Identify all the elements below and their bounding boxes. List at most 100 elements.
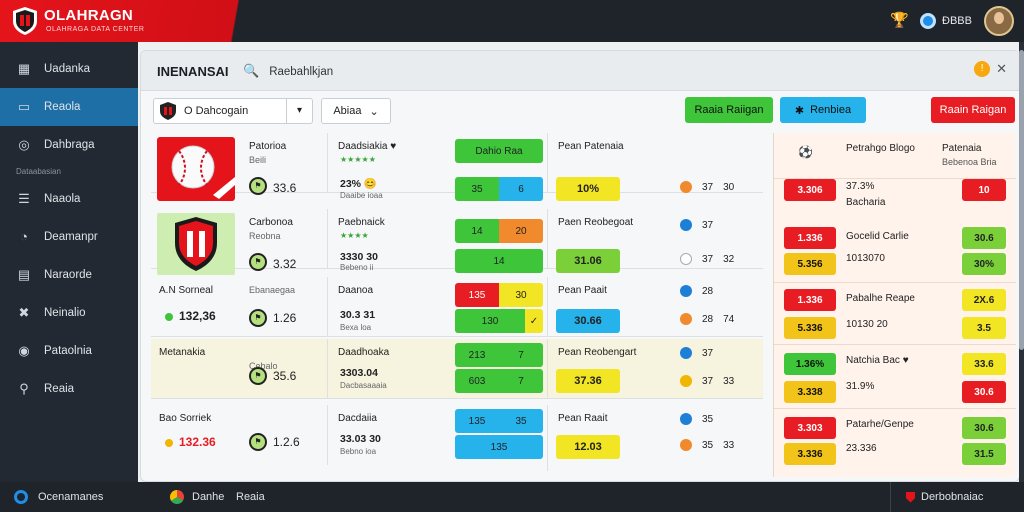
sidebar-item-8[interactable]: ⚲ Reaia xyxy=(0,370,138,408)
right-odds[interactable]: 3.306 xyxy=(784,179,836,201)
table-row[interactable]: Patorioa Beili ⚑ 33.6 Daadsiakia ♥ ★★★★★… xyxy=(151,133,763,201)
sidebar-item-6[interactable]: ✖ Neinalio xyxy=(0,294,138,332)
event-value: 23% 😊 xyxy=(340,178,378,190)
market-value[interactable]: 31.06 xyxy=(556,249,620,273)
mini-b: 33 xyxy=(723,439,735,451)
table-row[interactable]: Carbonoa Reobna ⚑ 3.32 Paebnaick ★★★★ 33… xyxy=(151,209,763,275)
right-chip-2[interactable]: 30% xyxy=(962,253,1006,275)
search-input[interactable]: 🔍 Raebahlkjan xyxy=(243,63,333,79)
red-action-button[interactable]: Raain Raigan xyxy=(931,97,1015,123)
event-name: Dacdaiia xyxy=(338,413,377,424)
right-odds[interactable]: 1.336 xyxy=(784,227,836,249)
table-row[interactable]: Metanakia Cebalo ⚑ 35.6 Daadhoaka 3303.0… xyxy=(151,339,763,399)
right-odds[interactable]: 1.336 xyxy=(784,289,836,311)
footer-right[interactable]: Derbobnaiac xyxy=(906,491,983,503)
right-header-sub: Bebenoa Bria xyxy=(942,157,997,167)
right-header-value: Patenaia xyxy=(942,143,982,154)
scrollbar[interactable] xyxy=(1019,42,1024,482)
odds-button[interactable]: 130 ✓ xyxy=(455,309,543,333)
right-chip[interactable]: 30.6 xyxy=(962,227,1006,249)
right-text: Pabalhe Reape xyxy=(846,293,915,304)
right-chip[interactable]: 2X.6 xyxy=(962,289,1006,311)
right-chip[interactable]: 10 xyxy=(962,179,1006,201)
team-score-alt: 1.2.6 xyxy=(273,435,300,449)
status-icon xyxy=(680,181,692,193)
market-value[interactable]: 37.36 xyxy=(556,369,620,393)
right-odds-2[interactable]: 5.336 xyxy=(784,317,836,339)
list-item[interactable]: 1.36% 3.338 Natchia Bac ♥ 31.9% 33.6 30.… xyxy=(774,345,1016,409)
green-action-button[interactable]: Raaia Raiigan xyxy=(685,97,773,123)
market-value[interactable]: 30.66 xyxy=(556,309,620,333)
list-item[interactable]: 1.336 5.356 Gocelid Carlie 1013070 30.6 … xyxy=(774,213,1016,283)
right-chip[interactable]: 33.6 xyxy=(962,353,1006,375)
brand-area[interactable]: OLAHRAGN OLAHRAGA DATA CENTER xyxy=(0,0,290,42)
odds-button[interactable]: 135 30 xyxy=(455,283,543,307)
market-value[interactable]: 12.03 xyxy=(556,435,620,459)
team-score: 132,36 xyxy=(179,309,216,323)
right-chip-2[interactable]: 3.5 xyxy=(962,317,1006,339)
trophy-icon[interactable]: 🏆 xyxy=(890,12,909,30)
table-row[interactable]: Bao Sorriek 132.36 ⚑ 1.2.6 Dacdaiia 33.0… xyxy=(151,405,763,471)
right-odds[interactable]: 1.36% xyxy=(784,353,836,375)
right-chip[interactable]: 30.6 xyxy=(962,417,1006,439)
odds-total: 135 xyxy=(490,441,508,453)
right-text-2: 23.336 xyxy=(846,443,877,454)
sidebar-item-3[interactable]: ☰ Naaola xyxy=(0,180,138,218)
right-odds-2[interactable]: 3.338 xyxy=(784,381,836,403)
close-icon[interactable]: ✕ xyxy=(996,61,1007,77)
list-item[interactable]: 1.336 5.336 Pabalhe Reape 10130 20 2X.6 … xyxy=(774,283,1016,345)
main-panel: INENANSAI 🔍 Raebahlkjan ! ✕ O Dahcogain ▾ … xyxy=(140,50,1021,482)
right-text-2: Bacharia xyxy=(846,197,886,208)
event-sub: Bexa loa xyxy=(340,323,372,332)
app-title: OLAHRAGN xyxy=(44,7,134,24)
shield-icon: ◔ xyxy=(20,229,28,244)
scrollbar-thumb[interactable] xyxy=(1019,50,1024,350)
right-chip-2[interactable]: 30.6 xyxy=(962,381,1006,403)
right-odds-2[interactable]: 5.356 xyxy=(784,253,836,275)
sidebar-item-1[interactable]: ▭ Reaola xyxy=(0,88,138,126)
odds-button[interactable]: 14 20 xyxy=(455,219,543,243)
team-name: A.N Sorneal xyxy=(159,285,213,296)
shield-icon xyxy=(13,7,37,35)
blue-action-button[interactable]: ✱ Renbiea xyxy=(780,97,866,123)
mini-a: 37 xyxy=(702,253,714,265)
right-chip-2[interactable]: 31.5 xyxy=(962,443,1006,465)
table-row[interactable]: A.N Sorneal 132,36 Ebanaegaa ⚑ 1.26 Daan… xyxy=(151,277,763,337)
user-status[interactable]: ĐBBB xyxy=(920,13,972,29)
sidebar-item-4[interactable]: ◔ Deamanpr xyxy=(0,218,138,256)
odds-button[interactable]: 603 7 xyxy=(455,369,543,393)
right-odds-2[interactable]: 3.336 xyxy=(784,443,836,465)
odds-button[interactable]: 135 xyxy=(455,435,543,459)
mini-a: 37 xyxy=(702,347,714,359)
list-item[interactable]: 3.303 3.336 Patarhe/Genpe 23.336 30.6 31… xyxy=(774,409,1016,477)
avatar[interactable] xyxy=(984,6,1014,36)
odds-home: 135 xyxy=(455,283,499,307)
odds-button[interactable]: 35 6 xyxy=(455,177,543,201)
sidebar-item-0[interactable]: ▦ Uadanka xyxy=(0,50,138,88)
status-icon xyxy=(680,313,692,325)
league-select[interactable]: O Dahcogain ▾ xyxy=(153,98,313,124)
mini-b: 30 xyxy=(723,181,735,193)
lightbulb-icon[interactable]: ! xyxy=(974,61,991,77)
team-name: Metanakia xyxy=(159,347,206,358)
market-value[interactable]: 10% xyxy=(556,177,620,201)
footer-status[interactable]: Ocenamanes xyxy=(14,490,103,504)
odds-label-button[interactable]: Dahio Raa xyxy=(455,139,543,163)
list-item[interactable]: 3.306 37.3% Bacharia 10 xyxy=(774,179,1016,209)
odds-button[interactable]: 213 7 xyxy=(455,343,543,367)
crest-icon xyxy=(160,102,176,120)
footer-app[interactable]: Danhe xyxy=(170,490,224,504)
sidebar-section-label: Dataabasian xyxy=(16,167,61,176)
odds-button[interactable]: 14 xyxy=(455,249,543,273)
sidebar-item-7[interactable]: ◉ Pataolnia xyxy=(0,332,138,370)
sort-select[interactable]: Abiaa ⌄ xyxy=(321,98,391,124)
baseball-icon xyxy=(157,137,235,201)
sidebar-item-5[interactable]: ▤ Naraorde xyxy=(0,256,138,294)
market-name: Pean Raait xyxy=(558,413,608,424)
shield-icon xyxy=(906,491,915,503)
footer-mid2-label[interactable]: Reaia xyxy=(236,491,265,503)
right-odds[interactable]: 3.303 xyxy=(784,417,836,439)
sidebar-item-2[interactable]: ◎ Dahbraga xyxy=(0,126,138,164)
league-select-value: O Dahcogain xyxy=(184,105,249,117)
odds-button[interactable]: 135 35 xyxy=(455,409,543,433)
